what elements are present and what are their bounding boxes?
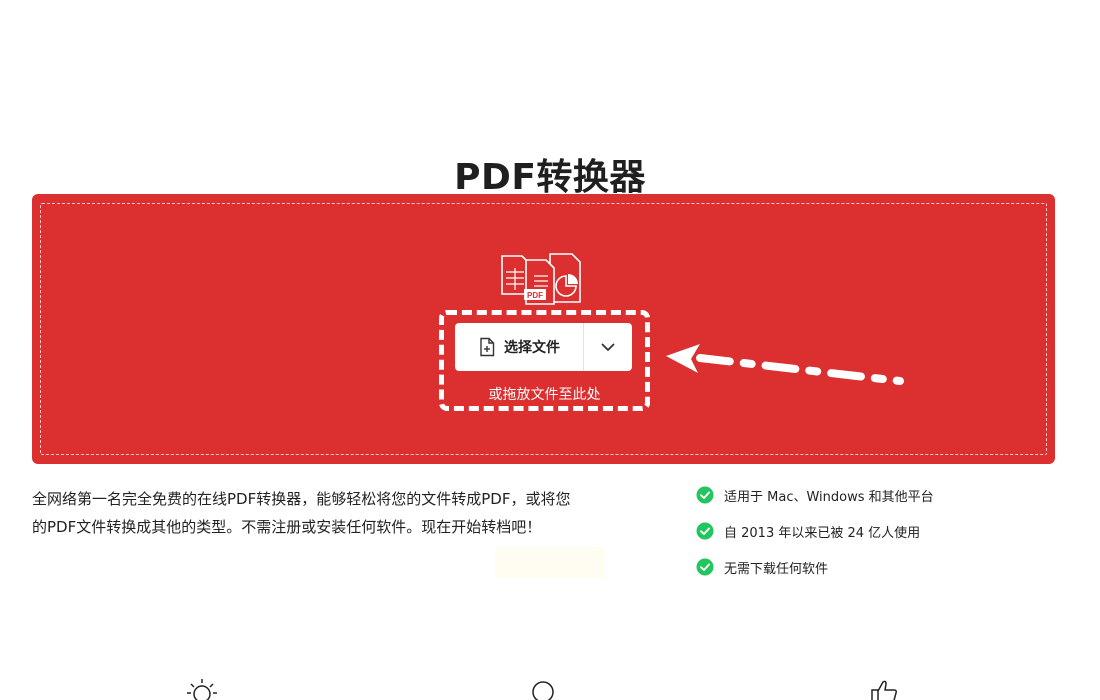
feature-text: 适用于 Mac、Windows 和其他平台: [724, 489, 934, 505]
circle-icon: [532, 681, 554, 700]
feature-item: 自 2013 年以来已被 24 亿人使用: [696, 520, 934, 542]
feature-text: 无需下载任何软件: [724, 561, 829, 577]
faint-highlight: [495, 547, 605, 579]
page: PDF转换器 PDF 选择文件 或拖放文件至此处 全网络第一名完全免费的在线PD…: [0, 0, 1100, 700]
check-circle-icon: [696, 558, 714, 576]
lightbulb-icon: [187, 679, 217, 700]
choose-file-button[interactable]: 选择文件: [455, 323, 583, 371]
choose-file-label: 选择文件: [504, 340, 560, 356]
pdf-badge-text: PDF: [527, 291, 543, 300]
spreadsheet-file-icon: [501, 255, 529, 295]
document-file-icon: PDF: [524, 259, 555, 305]
pointer-arrow-icon: [666, 344, 904, 385]
file-add-icon: [480, 337, 495, 357]
feature-list: 适用于 Mac、Windows 和其他平台 自 2013 年以来已被 24 亿人…: [696, 484, 934, 592]
intro-line-1: 全网络第一名完全免费的在线PDF转换器，能够轻松将您的文件转成PDF，或将您: [32, 490, 571, 508]
page-title: PDF转换器: [454, 157, 646, 199]
check-circle-icon: [696, 522, 714, 540]
thumbs-up-icon: [871, 680, 897, 700]
drop-hint-text: 或拖放文件至此处: [488, 387, 601, 403]
intro-description: 全网络第一名完全免费的在线PDF转换器，能够轻松将您的文件转成PDF，或将您 的…: [32, 485, 622, 541]
upload-options-dropdown-button[interactable]: [583, 323, 632, 371]
chevron-down-icon: [601, 343, 615, 351]
intro-line-2: 的PDF文件转换成其他的类型。不需注册或安装任何软件。现在开始转档吧！: [32, 518, 542, 536]
feature-text: 自 2013 年以来已被 24 亿人使用: [724, 525, 921, 541]
file-stack-icon: PDF: [501, 253, 581, 305]
check-circle-icon: [696, 486, 714, 504]
feature-item: 适用于 Mac、Windows 和其他平台: [696, 484, 934, 506]
feature-item: 无需下载任何软件: [696, 556, 934, 578]
